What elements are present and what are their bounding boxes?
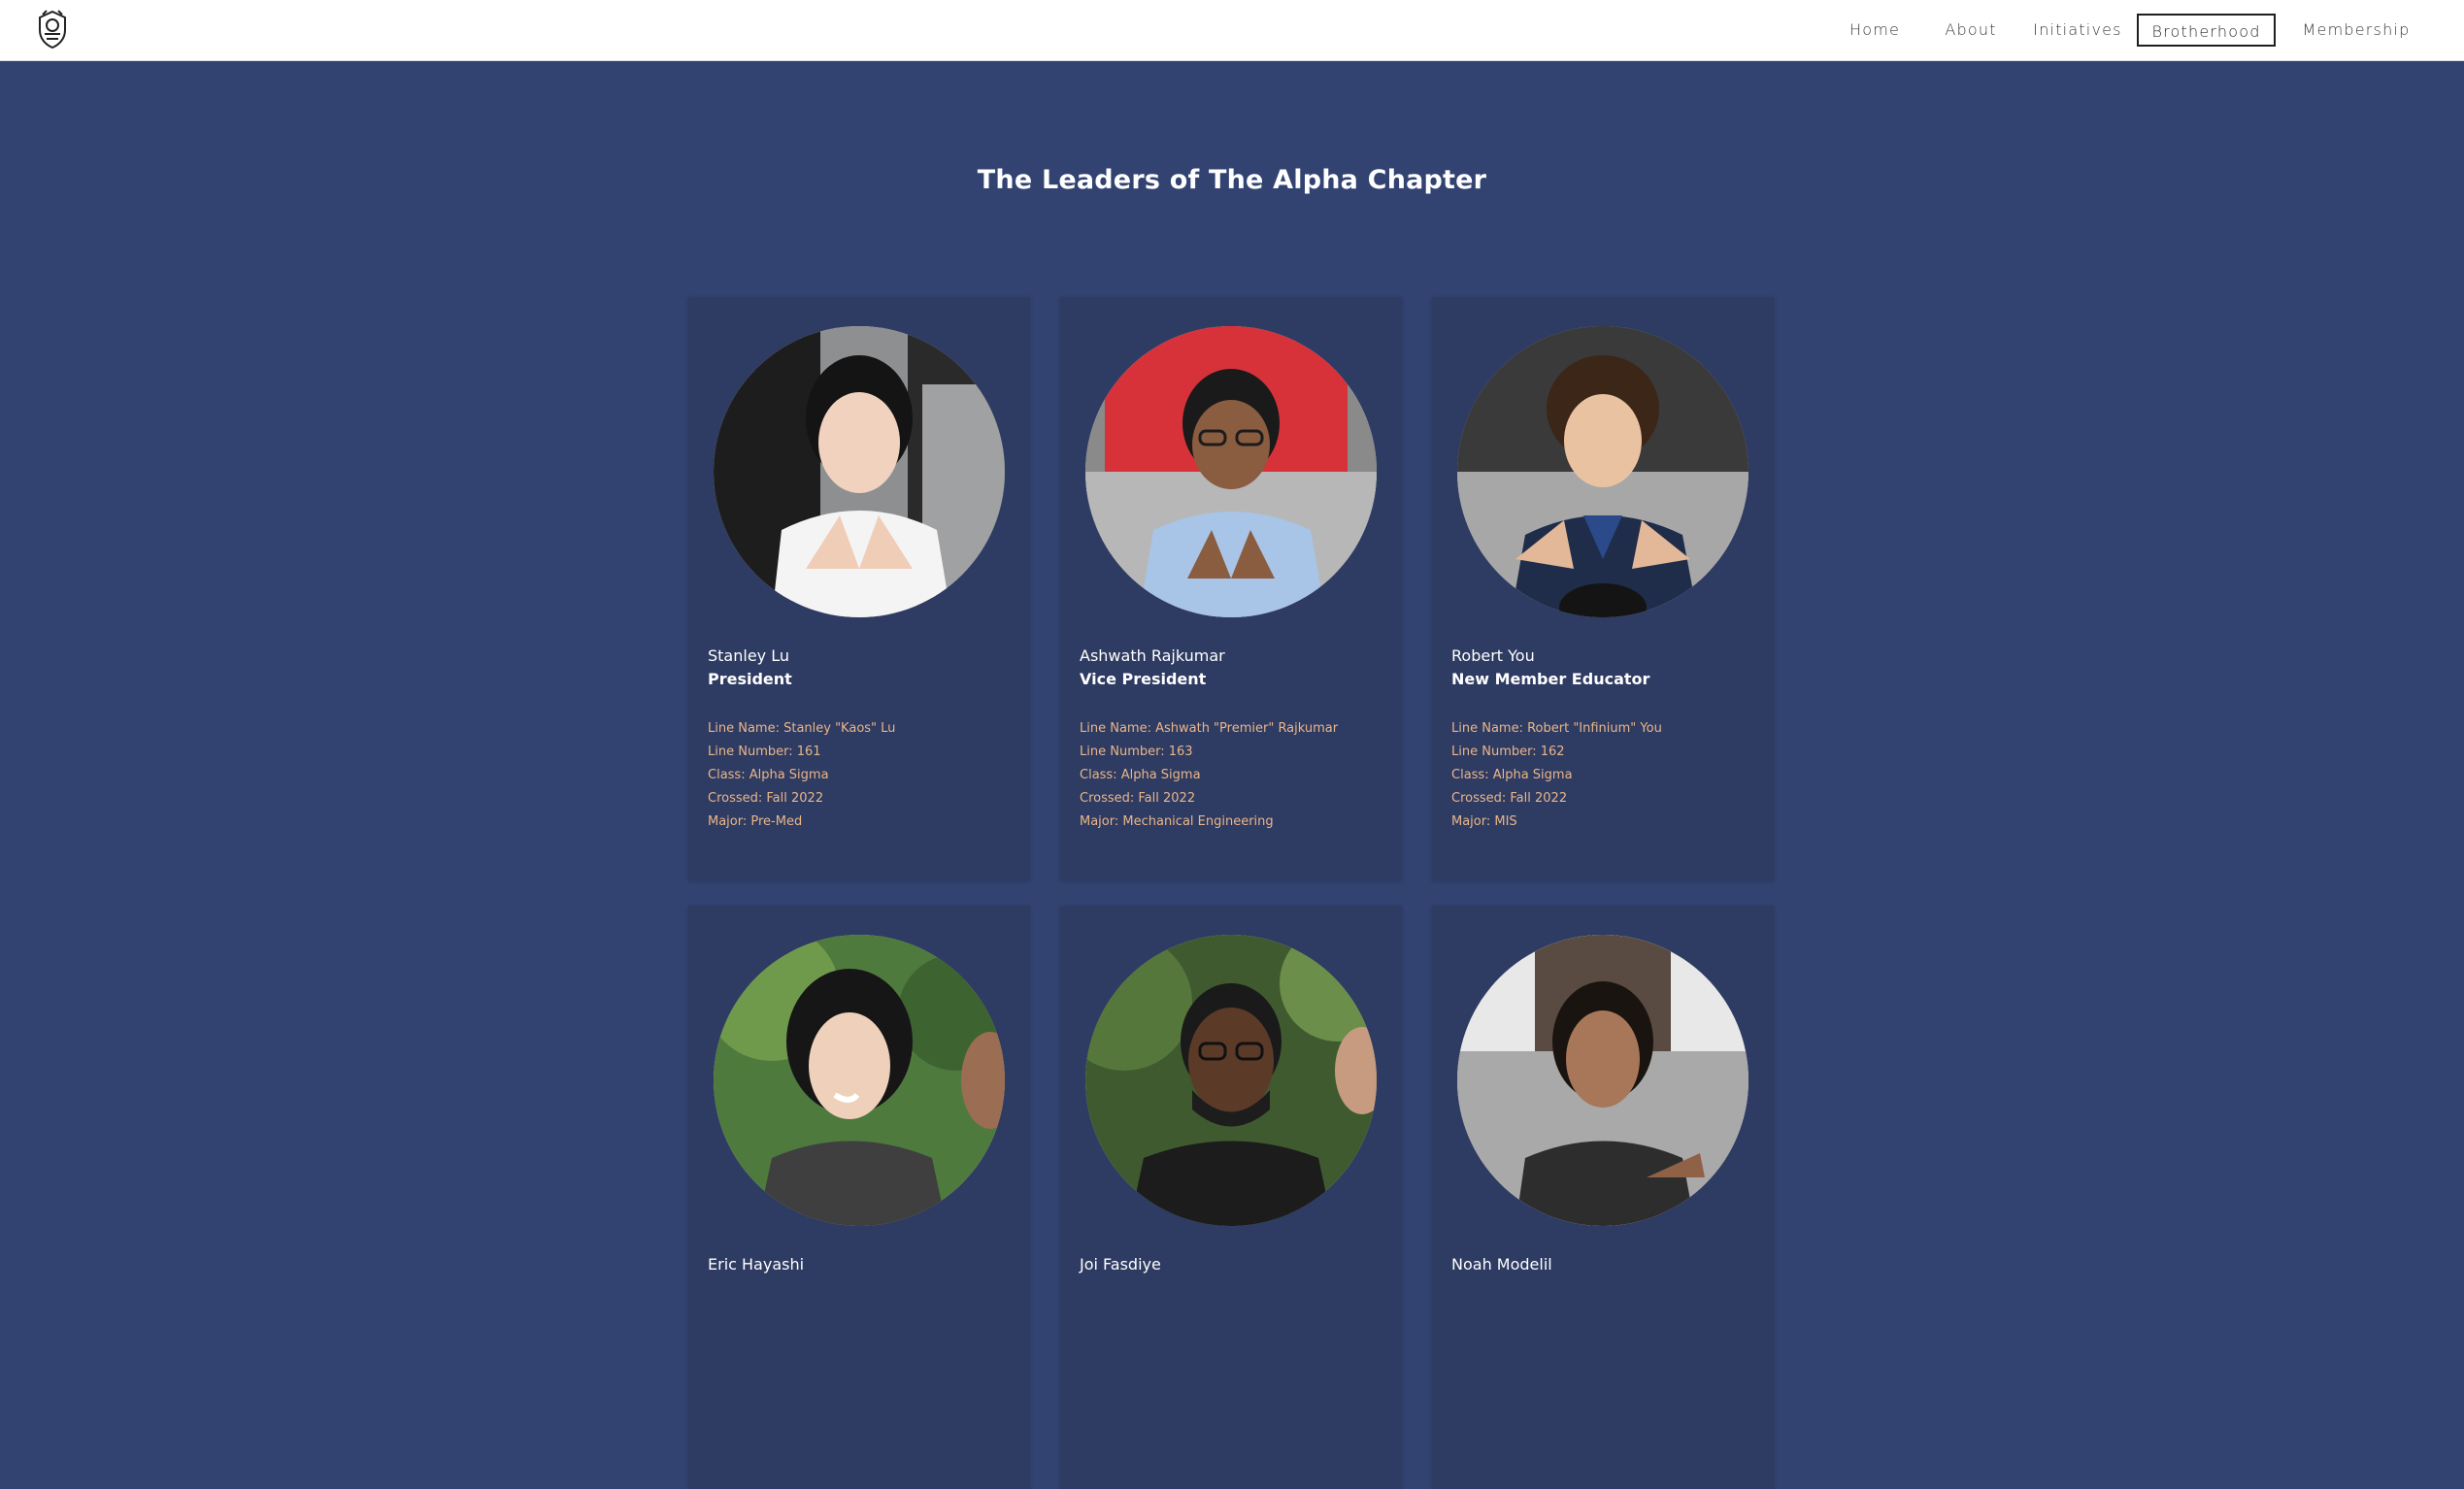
member-class: Class: Alpha Sigma xyxy=(1451,768,1573,782)
crest-logo-icon[interactable] xyxy=(35,9,70,50)
member-details: Line Name: Ashwath "Premier" Rajkumar Li… xyxy=(1080,717,1338,834)
member-card: Eric Hayashi xyxy=(688,906,1030,1489)
member-photo xyxy=(714,935,1005,1226)
nav-membership-link[interactable]: Membership xyxy=(2297,14,2415,47)
member-name: Ashwath Rajkumar xyxy=(1080,646,1225,665)
page-title: The Leaders of The Alpha Chapter xyxy=(977,165,1487,195)
crossed-date: Crossed: Fall 2022 xyxy=(708,791,824,806)
line-number: Line Number: 162 xyxy=(1451,744,1565,759)
member-card: Ashwath Rajkumar Vice President Line Nam… xyxy=(1060,297,1402,880)
member-major: Major: Pre-Med xyxy=(708,814,803,829)
crossed-date: Crossed: Fall 2022 xyxy=(1080,791,1196,806)
member-class: Class: Alpha Sigma xyxy=(1080,768,1201,782)
crossed-date: Crossed: Fall 2022 xyxy=(1451,791,1568,806)
member-photo xyxy=(714,326,1005,617)
member-name: Robert You xyxy=(1451,646,1535,665)
member-class: Class: Alpha Sigma xyxy=(708,768,829,782)
line-name: Line Name: Robert "Infinium" You xyxy=(1451,721,1662,736)
top-navbar: Home About Initiatives Brotherhood Membe… xyxy=(0,0,2464,61)
line-name: Line Name: Ashwath "Premier" Rajkumar xyxy=(1080,721,1339,736)
member-card: Noah Modelil xyxy=(1432,906,1774,1489)
line-number: Line Number: 161 xyxy=(708,744,821,759)
member-photo xyxy=(1085,935,1377,1226)
member-card: Joi Fasdiye xyxy=(1060,906,1402,1489)
member-major: Major: MIS xyxy=(1451,814,1517,829)
line-name: Line Name: Stanley "Kaos" Lu xyxy=(708,721,896,736)
nav-about-link[interactable]: About xyxy=(1936,14,2006,47)
member-photo xyxy=(1085,326,1377,617)
member-photo xyxy=(1457,326,1748,617)
member-role: Vice President xyxy=(1080,670,1207,688)
member-name: Stanley Lu xyxy=(708,646,789,665)
member-role: New Member Educator xyxy=(1451,670,1650,688)
line-number: Line Number: 163 xyxy=(1080,744,1193,759)
nav-home-link[interactable]: Home xyxy=(1837,14,1913,47)
member-details: Line Name: Robert "Infinium" You Line Nu… xyxy=(1451,717,1662,834)
nav-brotherhood-link[interactable]: Brotherhood xyxy=(2137,14,2276,47)
member-details: Line Name: Stanley "Kaos" Lu Line Number… xyxy=(708,717,895,834)
member-card: Stanley Lu President Line Name: Stanley … xyxy=(688,297,1030,880)
member-major: Major: Mechanical Engineering xyxy=(1080,814,1274,829)
nav-initiatives-link[interactable]: Initiatives xyxy=(2025,14,2130,47)
member-photo xyxy=(1457,935,1748,1226)
member-role: President xyxy=(708,670,792,688)
member-card: Robert You New Member Educator Line Name… xyxy=(1432,297,1774,880)
